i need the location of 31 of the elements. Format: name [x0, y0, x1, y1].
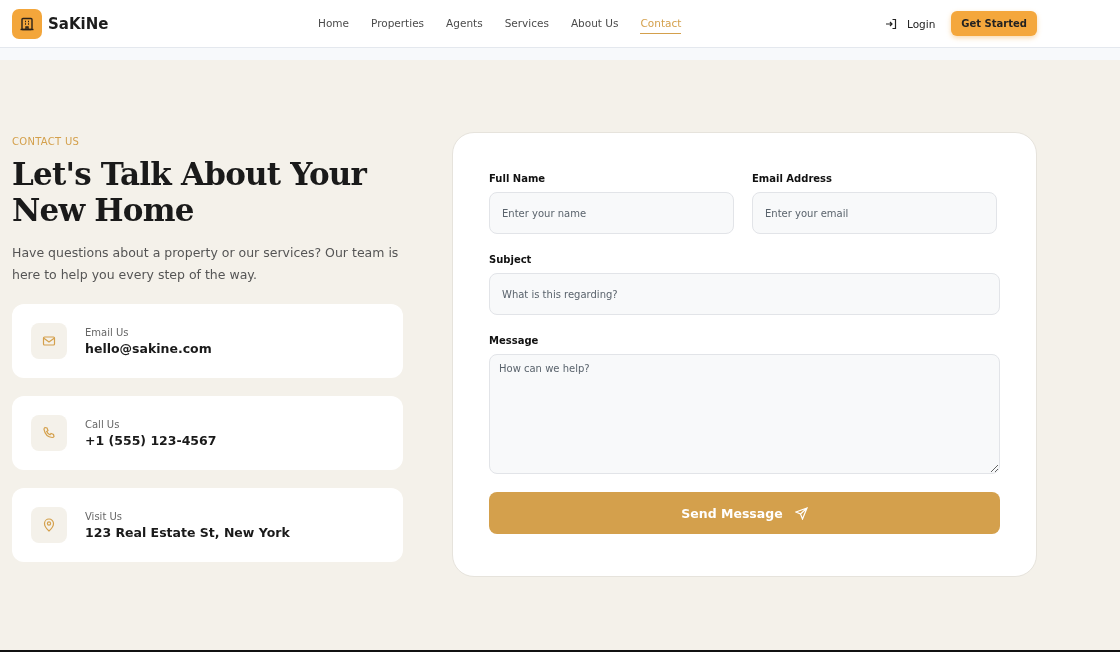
nav-link[interactable]: Home	[318, 13, 349, 34]
nav-link[interactable]: About Us	[570, 13, 619, 34]
field-label: Subject	[489, 254, 533, 265]
field-label: Full Name	[489, 173, 547, 184]
input-field[interactable]: What is this regarding?	[489, 273, 1000, 315]
phone-icon	[31, 415, 67, 451]
input-field[interactable]: Enter your name	[489, 192, 734, 234]
field-label: Message	[489, 335, 540, 346]
login-icon[interactable]	[885, 17, 898, 30]
page-heading: Let's Talk About Your New Home	[12, 156, 368, 228]
contact-label: Call Us	[85, 418, 121, 430]
login-link[interactable]: Login	[907, 17, 936, 30]
contact-value: +1 (555) 123-4567	[85, 432, 217, 448]
contact-label: Email Us	[85, 326, 130, 338]
section-eyebrow: CONTACT US	[12, 136, 81, 147]
contact-label: Visit Us	[85, 510, 124, 522]
envelope-icon	[31, 323, 67, 359]
contact-value: 123 Real Estate St, New York	[85, 524, 290, 540]
get-started-button[interactable]: Get Started	[951, 11, 1037, 36]
contact-value: hello@sakine.com	[85, 340, 212, 356]
nav-link[interactable]: Services	[504, 13, 549, 34]
building-icon[interactable]	[12, 8, 42, 39]
brand-name[interactable]: SaKiNe	[48, 14, 109, 33]
field-label: Email Address	[752, 173, 833, 184]
message-field[interactable]: How can we help?	[489, 354, 1000, 474]
map-pin-icon	[31, 507, 67, 543]
nav-link[interactable]: Agents	[446, 13, 483, 34]
intro-paragraph: Have questions about a property or our services? Our team is here to help you every step of the way.	[12, 244, 400, 284]
send-icon	[794, 506, 808, 520]
nav-link[interactable]: Properties	[371, 13, 425, 34]
input-field[interactable]: Enter your email	[752, 192, 997, 234]
